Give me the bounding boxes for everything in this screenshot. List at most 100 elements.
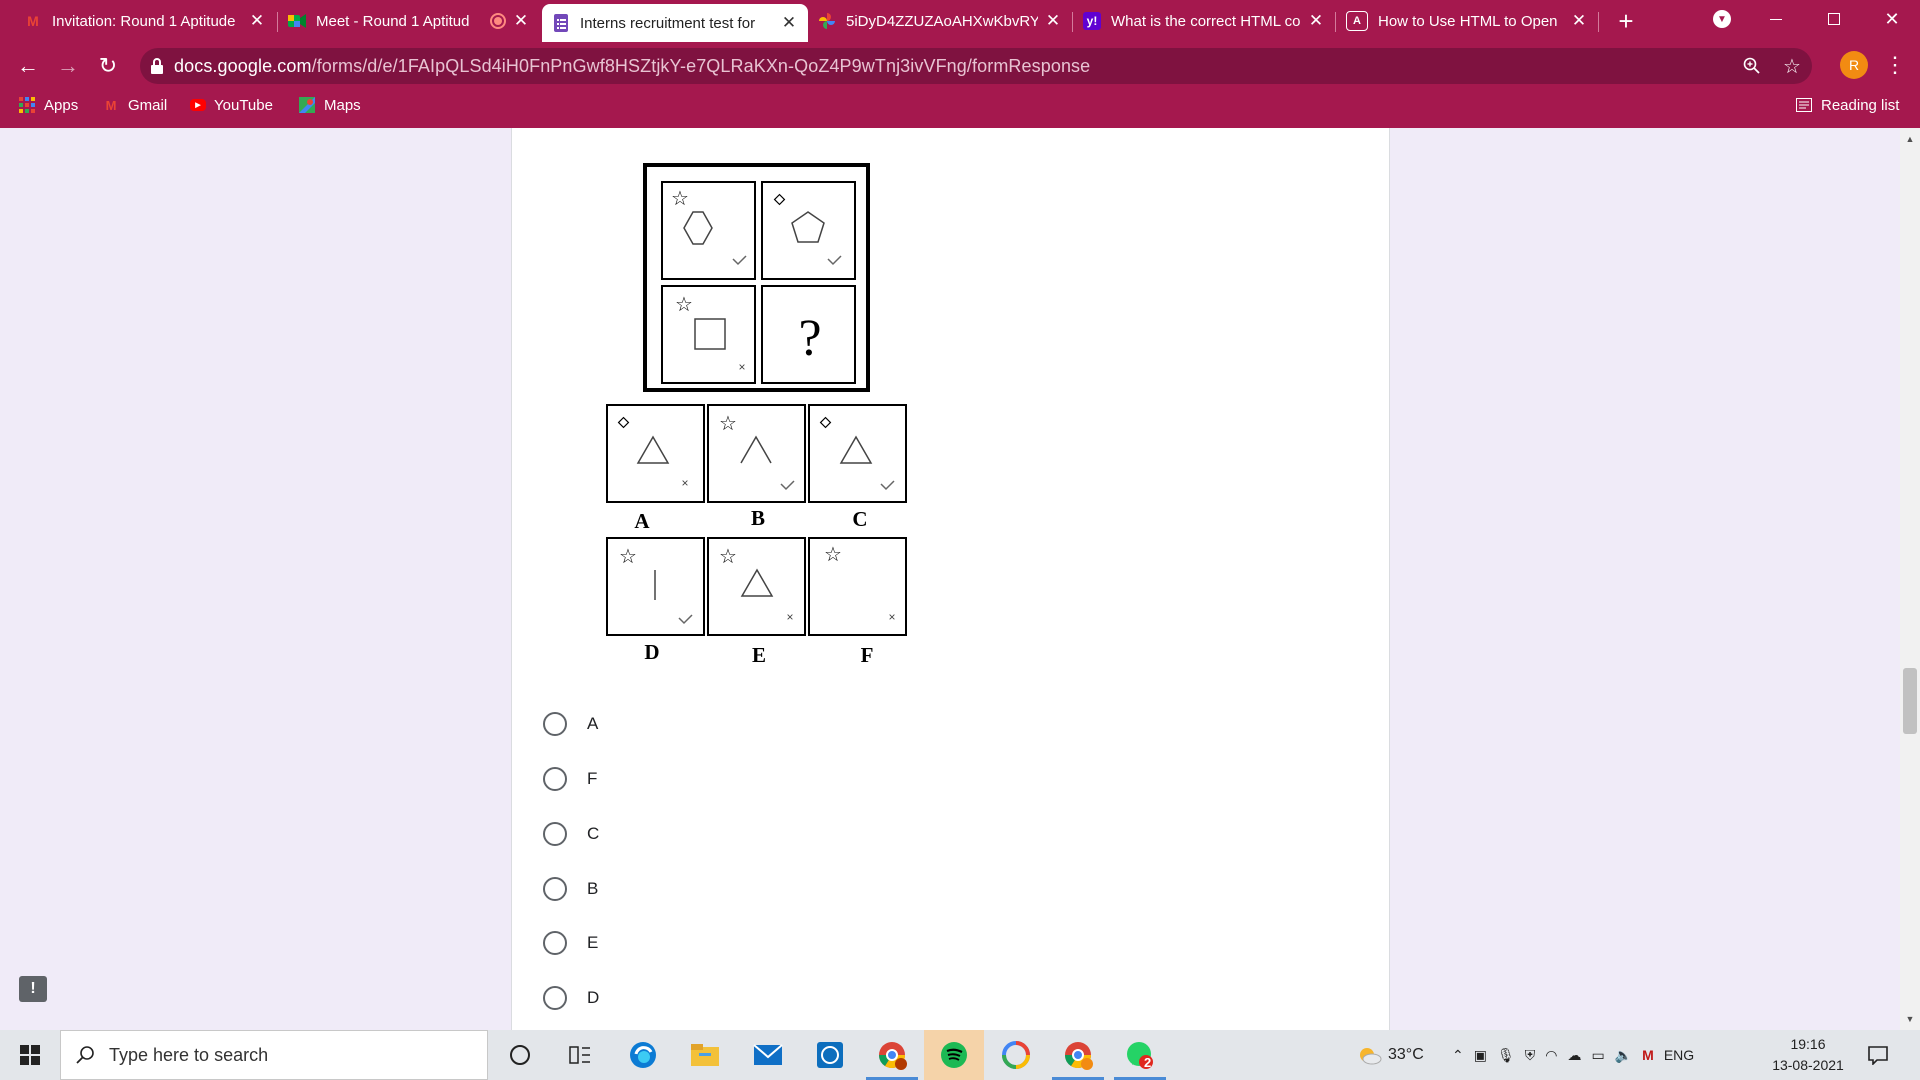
scroll-up-icon[interactable]: ▲ (1904, 134, 1916, 146)
bookmark-label: YouTube (214, 96, 273, 114)
close-icon[interactable]: ✕ (512, 11, 530, 30)
close-icon[interactable]: ✕ (780, 13, 798, 32)
reload-button[interactable]: ↻ (92, 50, 124, 82)
bookmark-star-icon[interactable]: ☆ (1780, 54, 1804, 78)
radio-button[interactable] (543, 767, 567, 791)
star-icon: ☆ (719, 546, 737, 568)
recording-icon (490, 13, 506, 29)
tab-yahoo[interactable]: y! What is the correct HTML co ✕ (1073, 0, 1335, 42)
whatsapp-icon[interactable]: 2 (1120, 1035, 1160, 1075)
hexagon-shape (683, 211, 713, 245)
bookmark-maps[interactable]: Maps (298, 90, 361, 120)
radio-button[interactable] (543, 877, 567, 901)
scrollbar[interactable] (1900, 128, 1920, 1030)
cortana-icon[interactable] (500, 1035, 540, 1075)
answer-label-d: D (644, 640, 659, 664)
option-row-d[interactable]: D (543, 983, 599, 1013)
dell-icon[interactable] (810, 1035, 850, 1075)
puzzle-image: ☆ ☆ × ? × ☆ ☆ ☆ × ☆ × A B C D E F (606, 163, 907, 667)
tab-meet[interactable]: Meet - Round 1 Aptitud ✕ (278, 0, 540, 42)
security-icon[interactable]: ⛨ (1525, 1047, 1536, 1064)
notification-center-icon[interactable] (1858, 1035, 1898, 1075)
option-label: F (587, 769, 598, 788)
chevron-up-icon[interactable]: ⌃ (1452, 1047, 1464, 1064)
windows-start-icon[interactable] (10, 1035, 50, 1075)
back-button[interactable]: ← (12, 50, 44, 82)
zoom-icon[interactable] (1740, 54, 1764, 78)
mail-icon[interactable] (748, 1035, 788, 1075)
meet-icon (288, 12, 306, 30)
language-indicator[interactable]: ENG (1664, 1047, 1694, 1063)
yahoo-icon: y! (1083, 12, 1101, 30)
edge-icon[interactable] (623, 1035, 663, 1075)
windows-taskbar: Type here to search 2 33°C ⌃ ▣ 🎙 ⛨ ◠ ☁ ▭… (0, 1030, 1920, 1080)
bookmark-apps[interactable]: Apps (18, 90, 78, 120)
scroll-down-icon[interactable]: ▼ (1904, 1014, 1916, 1026)
option-label: D (587, 988, 600, 1007)
minimize-button[interactable] (1748, 0, 1804, 38)
battery-icon[interactable]: ▭ (1591, 1047, 1604, 1064)
option-row-e[interactable]: E (543, 928, 598, 958)
check-mark (880, 480, 895, 491)
onedrive-icon[interactable]: ☁ (1567, 1047, 1581, 1064)
radio-button[interactable] (543, 931, 567, 955)
option-row-a[interactable]: A (543, 709, 598, 739)
tab-photos[interactable]: 5iDyD4ZZUZAoAHXwKbvRY ✕ (808, 0, 1072, 42)
option-row-b[interactable]: B (543, 874, 598, 904)
bookmark-youtube[interactable]: ▶ YouTube (190, 90, 273, 120)
reading-list-icon (1795, 96, 1813, 114)
check-mark (732, 255, 747, 266)
reading-list-button[interactable]: Reading list (1795, 90, 1899, 120)
tab-search-button[interactable]: ▼ (1694, 0, 1750, 38)
tab-html-open[interactable]: A How to Use HTML to Open ✕ (1336, 0, 1598, 42)
spotify-icon[interactable] (934, 1035, 974, 1075)
close-icon[interactable]: ✕ (1307, 11, 1325, 30)
radio-button[interactable] (543, 712, 567, 736)
star-icon: ☆ (719, 413, 737, 435)
answer-label-c: C (852, 507, 867, 531)
taskbar-search-box[interactable]: Type here to search (60, 1030, 488, 1080)
gmail-icon: M (27, 13, 39, 29)
option-row-f[interactable]: F (543, 764, 597, 794)
diamond-shape (773, 193, 786, 206)
meet-now-icon[interactable]: ▣ (1474, 1047, 1487, 1064)
weather-widget[interactable]: 33°C (1356, 1030, 1424, 1080)
bookmark-gmail[interactable]: M Gmail (102, 90, 168, 120)
diamond-shape (617, 416, 630, 429)
feedback-button[interactable]: ! (19, 976, 47, 1002)
chrome-profile-c-icon[interactable] (872, 1035, 912, 1075)
volume-icon[interactable]: 🔈 (1615, 1047, 1632, 1064)
close-window-button[interactable]: ✕ (1864, 0, 1920, 38)
star-icon: ☆ (671, 188, 689, 210)
tab-gmail-invitation[interactable]: M Invitation: Round 1 Aptitude ✕ (14, 0, 276, 42)
tab-forms-active[interactable]: Interns recruitment test for ✕ (542, 4, 808, 42)
close-icon[interactable]: ✕ (1044, 11, 1062, 30)
wifi-icon[interactable]: ◠ (1545, 1047, 1557, 1064)
address-bar[interactable]: docs.google.com/forms/d/e/1FAIpQLSd4iH0F… (140, 48, 1812, 84)
url-text: docs.google.com/forms/d/e/1FAIpQLSd4iH0F… (174, 56, 1090, 77)
diamond-shape (819, 416, 832, 429)
new-tab-button[interactable]: + (1612, 8, 1640, 36)
restore-button[interactable] (1806, 0, 1862, 38)
search-placeholder: Type here to search (109, 1044, 269, 1065)
task-view-icon[interactable] (560, 1035, 600, 1075)
profile-avatar[interactable]: R (1840, 51, 1868, 79)
scrollbar-thumb[interactable] (1903, 668, 1917, 734)
more-menu-icon[interactable]: ⋮ (1884, 50, 1906, 80)
forward-button[interactable]: → (52, 50, 84, 82)
bookmarks-bar: Apps M Gmail ▶ YouTube Maps Reading list (0, 90, 1920, 128)
radio-button[interactable] (543, 822, 567, 846)
chrome-profile-r-icon[interactable] (1058, 1035, 1098, 1075)
radio-button[interactable] (543, 986, 567, 1010)
close-icon[interactable]: ✕ (1570, 11, 1588, 30)
close-icon[interactable]: ✕ (248, 11, 266, 30)
microphone-icon[interactable]: 🎙 (1497, 1047, 1515, 1064)
cross-mark: × (681, 476, 688, 490)
answer-label-a: A (634, 509, 650, 533)
clock[interactable]: 19:16 13-08-2021 (1760, 1034, 1856, 1076)
file-explorer-icon[interactable] (685, 1035, 725, 1075)
option-row-c[interactable]: C (543, 819, 599, 849)
triangle-shape (636, 435, 670, 464)
mcafee-icon[interactable]: M (1642, 1047, 1654, 1063)
pinwheel-app-icon[interactable] (996, 1035, 1036, 1075)
